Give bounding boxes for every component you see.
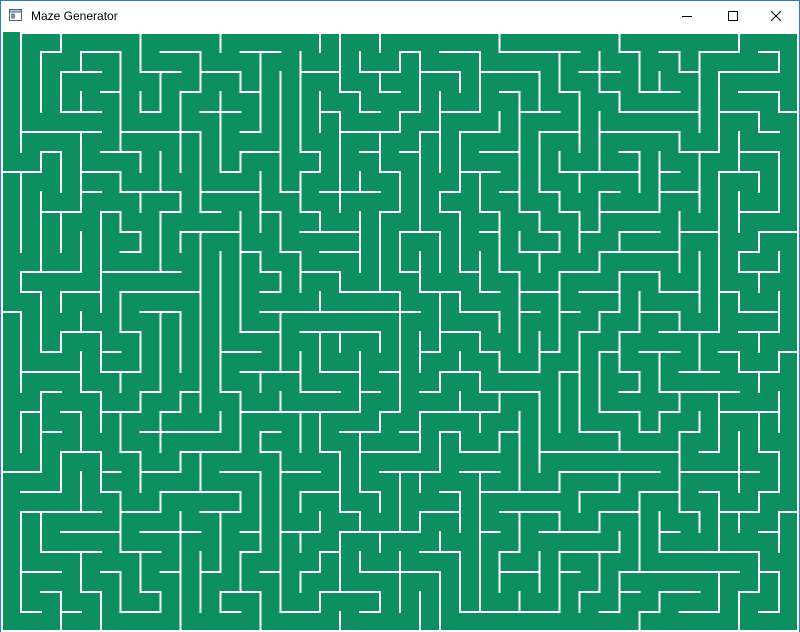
app-window-icon bbox=[9, 9, 22, 21]
maze-canvas bbox=[1, 32, 799, 632]
maze-generator-window: Maze Generator bbox=[0, 0, 800, 632]
close-icon bbox=[771, 11, 781, 21]
minimize-button[interactable] bbox=[664, 1, 710, 31]
close-button[interactable] bbox=[753, 1, 799, 31]
maximize-icon bbox=[728, 11, 738, 21]
window-title: Maze Generator bbox=[31, 9, 118, 23]
minimize-icon bbox=[682, 16, 692, 17]
title-bar[interactable]: Maze Generator bbox=[1, 1, 799, 31]
maximize-button[interactable] bbox=[710, 1, 756, 31]
